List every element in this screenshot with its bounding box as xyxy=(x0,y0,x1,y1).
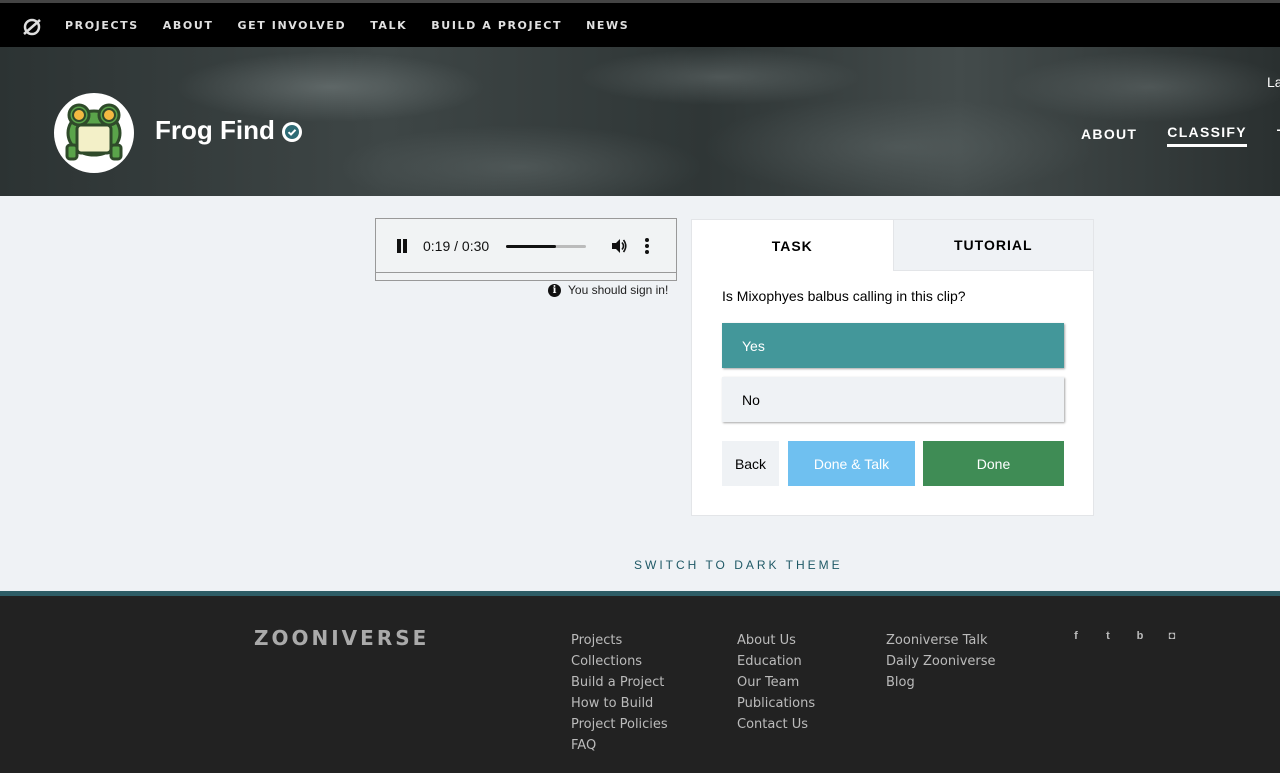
project-header: Frog Find La ABOUT CLASSIFY T xyxy=(0,47,1280,196)
nav-news-link[interactable]: NEWS xyxy=(586,19,629,32)
footer-link[interactable]: Blog xyxy=(886,672,996,693)
audio-progress-bar[interactable] xyxy=(506,245,586,248)
bluesky-icon[interactable]: b xyxy=(1134,630,1146,642)
social-links: f t b ◘ xyxy=(1070,630,1198,642)
nav-build-project-link[interactable]: BUILD A PROJECT xyxy=(431,19,562,32)
footer-link[interactable]: Zooniverse Talk xyxy=(886,630,996,651)
language-selector[interactable]: La xyxy=(1267,74,1280,90)
footer-link[interactable]: Build a Project xyxy=(571,672,668,693)
footer-logo[interactable]: ZOONIVERSE xyxy=(254,626,429,650)
facebook-icon[interactable]: f xyxy=(1070,630,1082,642)
footer-link[interactable]: Publications xyxy=(737,693,815,714)
nav-projects-link[interactable]: PROJECTS xyxy=(65,19,139,32)
audio-player[interactable]: 0:19 / 0:30 xyxy=(376,219,676,273)
project-title[interactable]: Frog Find xyxy=(155,115,275,146)
tab-tutorial[interactable]: TUTORIAL xyxy=(892,220,1093,271)
zooniverse-logo-icon[interactable] xyxy=(22,17,42,37)
project-nav: ABOUT CLASSIFY T xyxy=(1081,124,1280,147)
footer-link[interactable]: Daily Zooniverse xyxy=(886,651,996,672)
verified-check-icon xyxy=(282,122,302,142)
nav-talk-link[interactable]: TALK xyxy=(370,19,407,32)
footer-col-talk: Zooniverse Talk Daily Zooniverse Blog xyxy=(886,630,996,693)
project-nav-about[interactable]: ABOUT xyxy=(1081,126,1137,146)
footer-link[interactable]: How to Build xyxy=(571,693,668,714)
footer-link[interactable]: Our Team xyxy=(737,672,815,693)
pause-icon[interactable] xyxy=(396,239,408,253)
footer-link[interactable]: FAQ xyxy=(571,735,668,756)
tab-task[interactable]: TASK xyxy=(692,220,893,271)
more-options-icon[interactable] xyxy=(644,237,650,255)
footer-link[interactable]: Collections xyxy=(571,651,668,672)
footer: ZOONIVERSE Projects Collections Build a … xyxy=(0,591,1280,773)
volume-icon[interactable] xyxy=(610,237,628,255)
back-button[interactable]: Back xyxy=(722,441,779,486)
audio-progress-fill xyxy=(506,245,557,248)
nav-about-link[interactable]: ABOUT xyxy=(163,19,214,32)
task-question: Is Mixophyes balbus calling in this clip… xyxy=(722,288,966,304)
done-button[interactable]: Done xyxy=(923,441,1064,486)
footer-link[interactable]: Education xyxy=(737,651,815,672)
footer-link[interactable]: Contact Us xyxy=(737,714,815,735)
project-nav-classify[interactable]: CLASSIFY xyxy=(1167,124,1247,147)
task-panel: TASK TUTORIAL Is Mixophyes balbus callin… xyxy=(691,219,1094,516)
frog-avatar-icon[interactable] xyxy=(54,93,134,173)
footer-link[interactable]: About Us xyxy=(737,630,815,651)
nav-get-involved-link[interactable]: GET INVOLVED xyxy=(237,19,346,32)
done-and-talk-button[interactable]: Done & Talk xyxy=(788,441,915,486)
signin-note-text: You should sign in! xyxy=(568,283,669,297)
twitter-icon[interactable]: t xyxy=(1102,630,1114,642)
switch-dark-theme-button[interactable]: SWITCH TO DARK THEME xyxy=(634,558,843,572)
info-icon: i xyxy=(548,283,561,297)
answer-no-button[interactable]: No xyxy=(722,377,1064,422)
footer-col-about: About Us Education Our Team Publications… xyxy=(737,630,815,735)
footer-link[interactable]: Project Policies xyxy=(571,714,668,735)
audio-subject-viewer: 0:19 / 0:30 xyxy=(375,218,677,281)
footer-col-projects: Projects Collections Build a Project How… xyxy=(571,630,668,756)
top-nav: PROJECTS ABOUT GET INVOLVED TALK BUILD A… xyxy=(0,0,1280,47)
answer-yes-button[interactable]: Yes xyxy=(722,323,1064,368)
instagram-icon[interactable]: ◘ xyxy=(1166,630,1178,642)
signin-notice: i You should sign in! xyxy=(548,283,668,297)
footer-link[interactable]: Projects xyxy=(571,630,668,651)
audio-time: 0:19 / 0:30 xyxy=(423,238,490,254)
